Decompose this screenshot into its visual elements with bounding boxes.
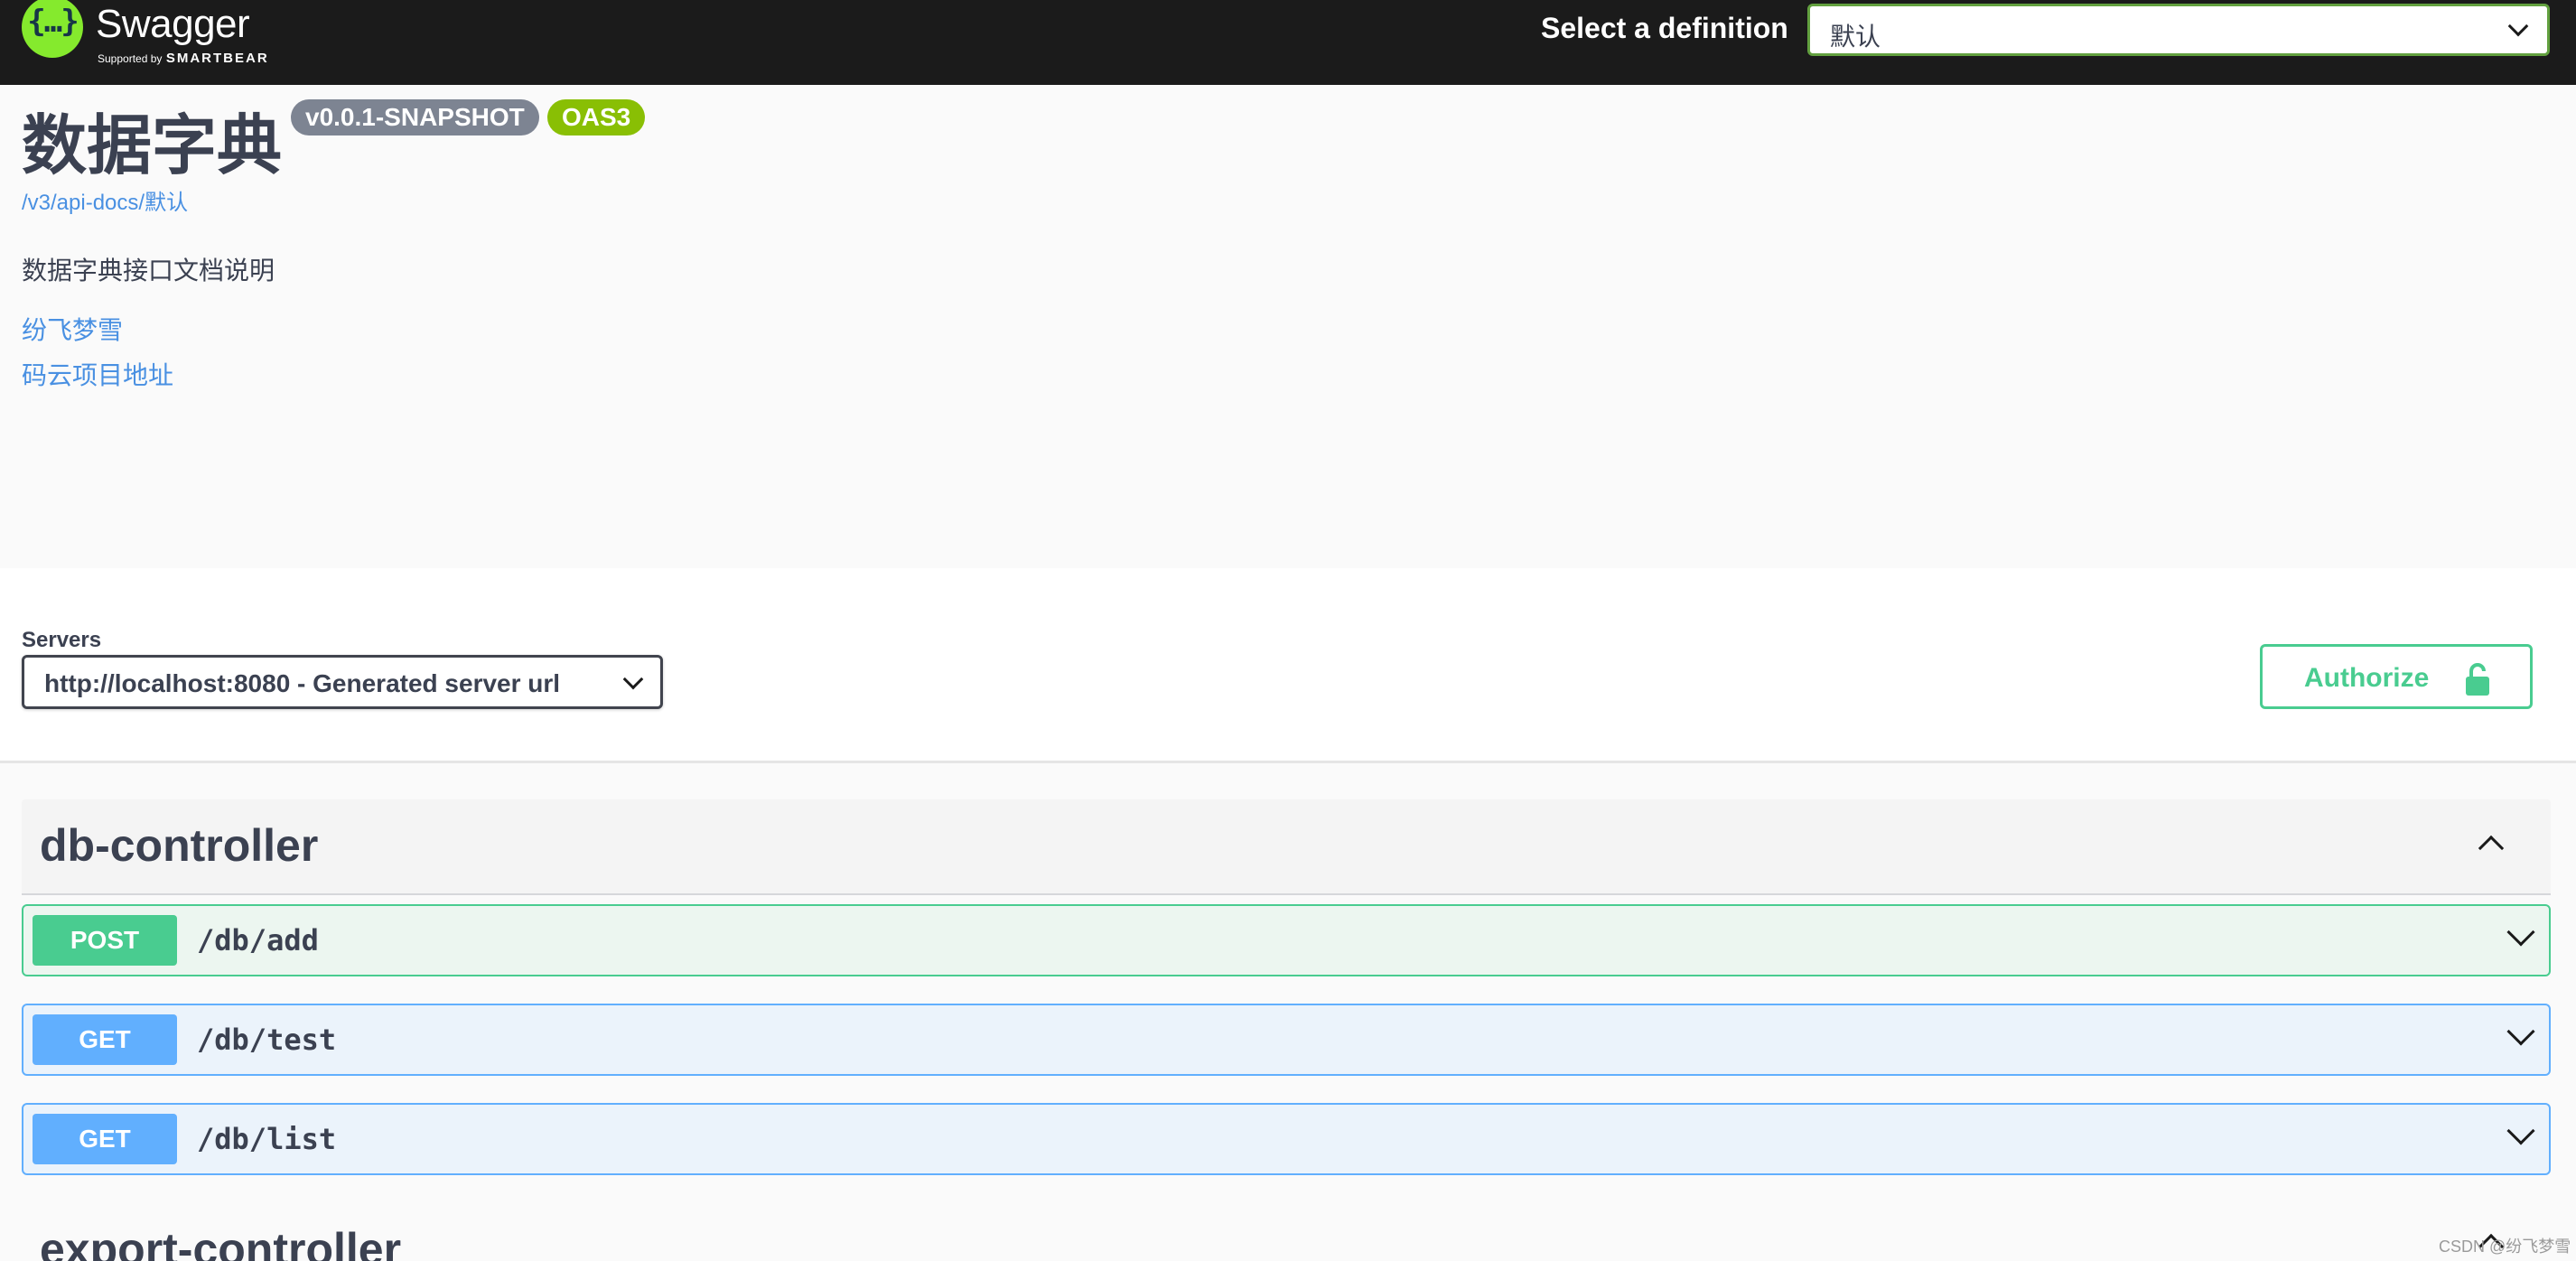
contact-link[interactable]: 纷飞梦雪 <box>22 311 123 347</box>
operation-get-db-list[interactable]: GET /db/list <box>22 1103 2551 1175</box>
method-badge: POST <box>33 915 177 966</box>
chevron-down-icon <box>2506 1017 2535 1046</box>
method-badge: GET <box>33 1014 177 1065</box>
tag-name: db-controller <box>40 820 319 871</box>
version-badge: v0.0.1-SNAPSHOT <box>291 99 539 135</box>
operation-path: /db/test <box>197 1023 337 1057</box>
operation-path: /db/list <box>197 1122 337 1156</box>
authorize-button[interactable]: Authorize <box>2260 644 2533 709</box>
chevron-down-icon <box>622 668 644 690</box>
scheme-container: Servers http://localhost:8080 - Generate… <box>0 568 2576 763</box>
unlock-icon <box>2466 663 2489 696</box>
authorize-label: Authorize <box>2304 663 2430 693</box>
definition-label: Select a definition <box>1541 12 1788 44</box>
definition-select[interactable]: 默认 <box>1807 4 2550 56</box>
topbar: {…} Swagger Supported by SMARTBEAR Selec… <box>0 0 2576 85</box>
api-description: 数据字典接口文档说明 <box>22 257 275 285</box>
method-badge: GET <box>33 1114 177 1164</box>
definition-value: 默认 <box>1830 23 1881 51</box>
operation-get-db-test[interactable]: GET /db/test <box>22 1004 2551 1076</box>
servers-value: http://localhost:8080 - Generated server… <box>44 669 561 697</box>
tag-db-controller[interactable]: db-controller <box>22 799 2551 895</box>
chevron-down-icon <box>2507 15 2529 37</box>
oas-badge: OAS3 <box>547 99 646 135</box>
chevron-down-icon <box>2506 1116 2535 1145</box>
logo-subtitle: Supported by SMARTBEAR <box>98 51 269 66</box>
operation-post-db-add[interactable]: POST /db/add <box>22 904 2551 976</box>
info-section <box>0 85 2576 568</box>
tag-export-controller[interactable]: export-controller <box>22 1209 2551 1261</box>
logo-text: Swagger <box>96 2 250 46</box>
page-title: 数据字典 <box>22 110 283 182</box>
chevron-up-icon <box>2478 835 2505 862</box>
api-docs-link[interactable]: /v3/api-docs/默认 <box>22 184 188 216</box>
watermark: CSDN @纷飞梦雪 <box>2439 1238 2571 1256</box>
repo-link[interactable]: 码云项目地址 <box>22 356 173 392</box>
tag-name: export-controller <box>40 1224 402 1261</box>
servers-select[interactable]: http://localhost:8080 - Generated server… <box>22 655 663 709</box>
servers-label: Servers <box>22 628 102 652</box>
swagger-logo-icon: {…} <box>22 0 83 58</box>
operation-path: /db/add <box>197 923 319 957</box>
chevron-down-icon <box>2506 918 2535 947</box>
